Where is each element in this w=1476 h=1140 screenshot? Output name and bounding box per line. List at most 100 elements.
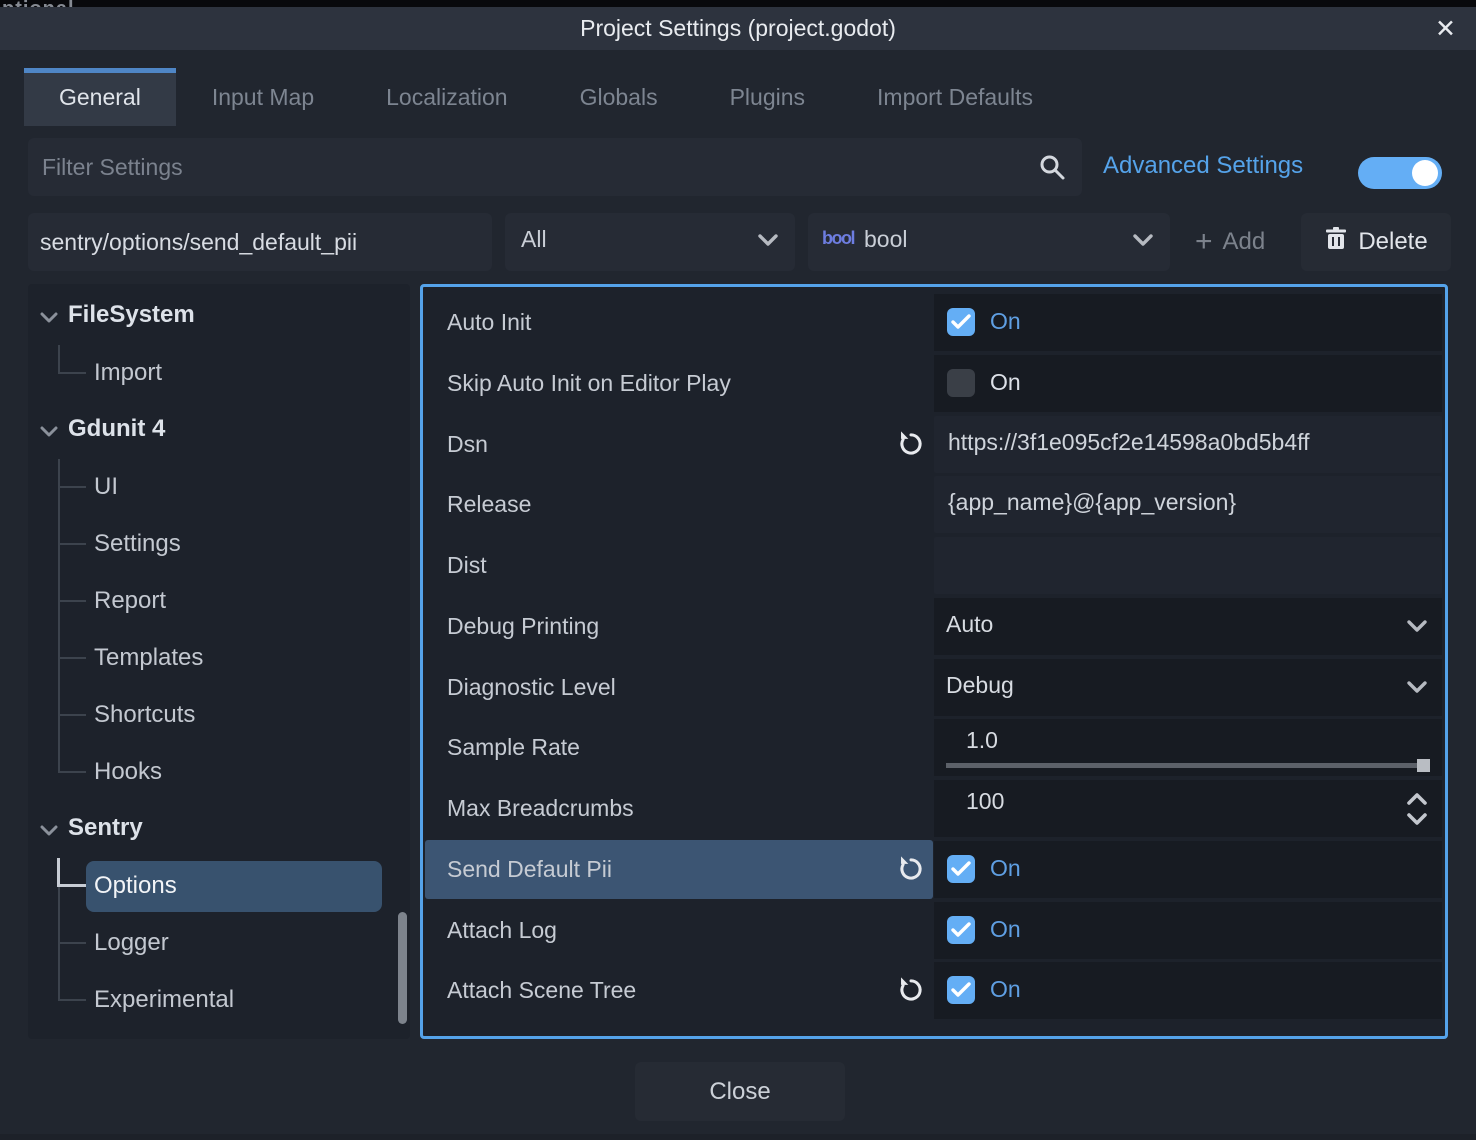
tree-item-label: Shortcuts (94, 701, 195, 729)
background-app-text: ptional (2, 0, 75, 7)
sidebar-item-import[interactable]: Import (28, 345, 410, 402)
property-label-cell[interactable]: Attach Scene Tree (425, 961, 933, 1020)
tab-globals[interactable]: Globals (544, 68, 694, 126)
property-value-cell: On (934, 841, 1442, 898)
checkbox-checked[interactable] (947, 916, 975, 944)
property-label-cell[interactable]: Sample Rate (425, 718, 933, 777)
tree-guide (58, 999, 86, 1001)
checkbox-unchecked[interactable] (947, 369, 975, 397)
chevron-down-icon (40, 824, 58, 842)
property-path-input[interactable] (28, 213, 492, 271)
tab-general[interactable]: General (24, 68, 176, 126)
text-field-value[interactable]: https://3f1e095cf2e14598a0bd5b4ff (948, 429, 1310, 456)
sidebar-item-logger[interactable]: Logger (28, 915, 410, 972)
property-row-release: Release {app_name}@{app_version} (423, 474, 1445, 535)
property-label-cell[interactable]: Auto Init (425, 293, 933, 352)
tree-guide (58, 486, 86, 488)
checkbox-checked[interactable] (947, 976, 975, 1004)
property-value-cell: On (934, 294, 1442, 351)
tab-import-defaults[interactable]: Import Defaults (841, 68, 1069, 126)
property-label: Send Default Pii (447, 856, 612, 883)
tab-label: Localization (386, 84, 507, 111)
dialog-titlebar: Project Settings (project.godot) ✕ (0, 7, 1476, 50)
tab-label: General (59, 84, 141, 111)
property-label-cell[interactable]: Dist (425, 536, 933, 595)
property-label-cell[interactable]: Dsn (425, 415, 933, 474)
bool-type-icon: bool (822, 228, 854, 249)
filter-settings-input[interactable] (28, 138, 1082, 196)
property-label-cell[interactable]: Debug Printing (425, 597, 933, 656)
property-label-cell[interactable]: Max Breadcrumbs (425, 779, 933, 838)
settings-tree: FileSystem Import Gdunit 4 UI SettingsReport… (28, 284, 410, 1039)
dropdown-value[interactable]: Debug (946, 672, 1014, 699)
property-label-cell[interactable]: Release (425, 475, 933, 534)
sidebar-item-sentry[interactable]: Sentry (28, 801, 410, 858)
tree-guide (58, 744, 60, 773)
slider-track[interactable] (946, 763, 1428, 768)
slider-handle[interactable] (1417, 759, 1430, 772)
advanced-settings-label[interactable]: Advanced Settings (1103, 152, 1303, 180)
sidebar-item-settings[interactable]: Settings (28, 516, 410, 573)
property-label: Attach Scene Tree (447, 977, 636, 1004)
type-dropdown[interactable]: bool bool (808, 213, 1170, 271)
sidebar-item-experimental[interactable]: Experimental (28, 972, 410, 1029)
chevron-down-icon[interactable] (1406, 619, 1428, 638)
property-value-cell: {app_name}@{app_version} (934, 476, 1442, 533)
property-row-attach-log: Attach LogOn (423, 900, 1445, 961)
sidebar-item-options[interactable]: Options (28, 858, 410, 915)
close-button[interactable]: Close (635, 1062, 845, 1121)
sidebar-item-filesystem[interactable]: FileSystem (28, 288, 410, 345)
revert-icon[interactable] (897, 976, 925, 1009)
tab-label: Input Map (212, 84, 314, 111)
sidebar-item-report[interactable]: Report (28, 573, 410, 630)
spinner-value[interactable]: 100 (966, 788, 1004, 815)
spinner-updown-icon[interactable] (1404, 789, 1430, 834)
tab-input-map[interactable]: Input Map (176, 68, 350, 126)
tree-section-label: Gdunit 4 (68, 415, 165, 443)
tree-guide (58, 657, 86, 659)
slider-value[interactable]: 1.0 (966, 727, 998, 754)
sidebar-item-ui[interactable]: UI (28, 459, 410, 516)
property-value-cell: 100 (934, 780, 1442, 837)
close-icon[interactable]: ✕ (1429, 12, 1462, 46)
delete-button[interactable]: Delete (1301, 213, 1451, 271)
dropdown-value[interactable]: Auto (946, 611, 993, 638)
checkbox-checked[interactable] (947, 855, 975, 883)
property-label-cell[interactable]: Diagnostic Level (425, 658, 933, 717)
feature-filter-value: All (521, 226, 547, 253)
property-label-cell[interactable]: Attach Log (425, 901, 933, 960)
chevron-down-icon[interactable] (1406, 680, 1428, 699)
tree-item-label: Import (94, 359, 162, 387)
sidebar-item-hooks[interactable]: Hooks (28, 744, 410, 801)
advanced-settings-toggle[interactable] (1358, 157, 1442, 189)
tab-localization[interactable]: Localization (350, 68, 543, 126)
property-label-cell[interactable]: Send Default Pii (425, 840, 933, 899)
property-label: Max Breadcrumbs (447, 795, 634, 822)
tree-guide (57, 884, 86, 887)
property-label: Sample Rate (447, 734, 580, 761)
property-value-cell: Debug (934, 659, 1442, 716)
tree-guide (57, 858, 60, 887)
property-label: Diagnostic Level (447, 674, 616, 701)
toggle-knob (1412, 160, 1438, 186)
sidebar-item-gdunit-4[interactable]: Gdunit 4 (28, 402, 410, 459)
tab-plugins[interactable]: Plugins (694, 68, 841, 126)
sidebar-item-templates[interactable]: Templates (28, 630, 410, 687)
dialog-title: Project Settings (project.godot) (0, 15, 1476, 42)
property-label: Attach Log (447, 917, 557, 944)
property-value-cell (934, 537, 1442, 594)
delete-button-label: Delete (1358, 228, 1427, 256)
property-row-debug-printing: Debug Printing Auto (423, 596, 1445, 657)
property-label-cell[interactable]: Skip Auto Init on Editor Play (425, 354, 933, 413)
tree-item-label: UI (94, 473, 118, 501)
feature-filter-dropdown[interactable]: All (505, 213, 795, 271)
revert-icon[interactable] (897, 430, 925, 463)
text-field-value[interactable]: {app_name}@{app_version} (948, 489, 1236, 516)
checkbox-value-label: On (990, 308, 1021, 335)
sidebar-item-shortcuts[interactable]: Shortcuts (28, 687, 410, 744)
add-button[interactable]: + Add (1185, 213, 1275, 271)
tree-guide (58, 887, 60, 915)
checkbox-checked[interactable] (947, 308, 975, 336)
revert-icon[interactable] (897, 855, 925, 888)
property-value-cell: On (934, 962, 1442, 1019)
